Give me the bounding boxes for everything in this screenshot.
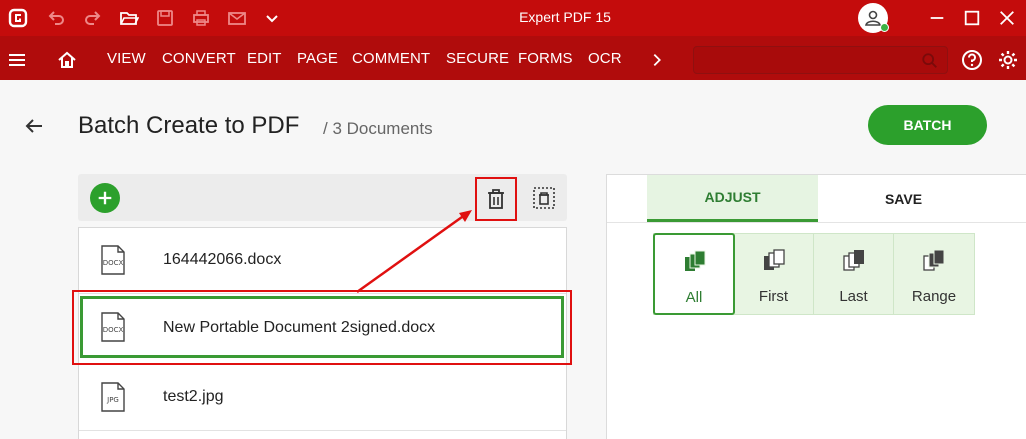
option-label: Range xyxy=(911,288,957,305)
option-first[interactable]: First xyxy=(734,234,814,314)
pages-first-icon xyxy=(762,248,786,274)
home-icon[interactable] xyxy=(55,48,79,72)
batch-button[interactable]: BATCH xyxy=(868,105,987,145)
option-all[interactable]: All xyxy=(653,233,735,315)
jpg-file-icon: JPG xyxy=(99,381,127,413)
tab-divider xyxy=(607,222,1026,223)
file-name: test2.jpg xyxy=(163,388,224,405)
file-name: 164442066.docx xyxy=(163,251,282,268)
trash-icon xyxy=(488,189,504,209)
online-status-icon xyxy=(880,23,889,32)
pages-all-icon xyxy=(683,249,707,275)
gear-icon[interactable] xyxy=(996,48,1020,72)
options-panel: ADJUST SAVE All First Last Range xyxy=(606,174,1026,439)
file-type-label: JPG xyxy=(106,396,119,404)
menu-bar: VIEW CONVERT EDIT PAGE COMMENT SECURE FO… xyxy=(0,36,1026,80)
select-all-button[interactable] xyxy=(530,183,558,213)
page-range-options: All First Last Range xyxy=(653,233,975,315)
option-label: All xyxy=(685,289,703,306)
search-input[interactable] xyxy=(693,46,948,74)
option-last[interactable]: Last xyxy=(814,234,894,314)
list-item[interactable]: JPG test2.jpg xyxy=(79,365,566,431)
page-title: Batch Create to PDF xyxy=(78,112,300,139)
menu-secure[interactable]: SECURE xyxy=(446,50,509,67)
tab-adjust[interactable]: ADJUST xyxy=(647,175,818,222)
help-icon[interactable] xyxy=(960,48,984,72)
menu-comment[interactable]: COMMENT xyxy=(352,50,430,67)
add-file-button[interactable] xyxy=(90,183,120,213)
back-arrow-icon[interactable] xyxy=(22,114,46,138)
menu-convert[interactable]: CONVERT xyxy=(162,50,236,67)
title-bar: Expert PDF 15 xyxy=(0,0,1026,36)
menu-forms[interactable]: FORMS xyxy=(518,50,573,67)
pages-range-icon xyxy=(922,248,946,274)
option-label: First xyxy=(758,288,789,305)
minimize-icon[interactable] xyxy=(925,6,949,30)
menu-page[interactable]: PAGE xyxy=(297,50,338,67)
search-icon xyxy=(922,53,937,68)
menu-ocr[interactable]: OCR xyxy=(588,50,622,67)
file-list-toolbar xyxy=(78,174,567,221)
option-label: Last xyxy=(839,288,868,305)
delete-button[interactable] xyxy=(475,177,517,221)
close-icon[interactable] xyxy=(995,6,1019,30)
select-all-icon xyxy=(533,187,555,209)
menu-view[interactable]: VIEW xyxy=(107,50,146,67)
plus-icon xyxy=(98,191,112,205)
menu-edit[interactable]: EDIT xyxy=(247,50,282,67)
hamburger-menu-icon[interactable] xyxy=(5,48,29,72)
tab-save[interactable]: SAVE xyxy=(818,175,989,222)
docx-file-icon: DOCX xyxy=(99,244,127,276)
annotation-highlight-box xyxy=(72,290,572,365)
pages-last-icon xyxy=(842,248,866,274)
file-type-label: DOCX xyxy=(103,259,124,267)
avatar[interactable] xyxy=(858,3,889,33)
chevron-right-icon[interactable] xyxy=(645,48,669,72)
document-count: / 3 Documents xyxy=(323,119,433,138)
list-item[interactable]: DOCX 164442066.docx xyxy=(79,228,566,294)
maximize-icon[interactable] xyxy=(960,6,984,30)
option-range[interactable]: Range xyxy=(894,234,974,314)
